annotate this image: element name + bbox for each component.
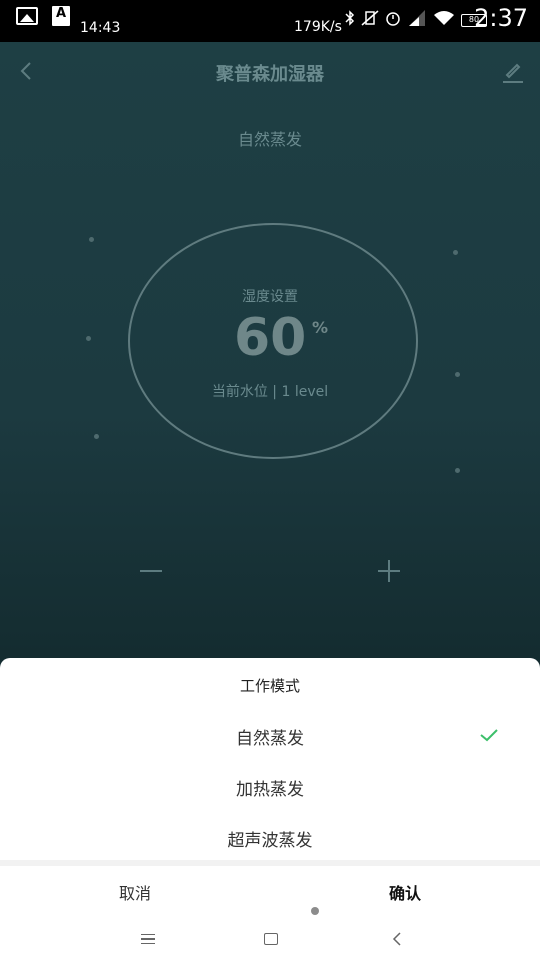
- sheet-title: 工作模式: [239, 677, 300, 695]
- home-icon[interactable]: [264, 933, 278, 945]
- status-time-small: 14:43: [80, 20, 121, 36]
- bluetooth-icon: [345, 10, 355, 30]
- decor-dot: [455, 468, 460, 473]
- increase-button[interactable]: [376, 558, 402, 584]
- indicator-dot: [311, 907, 319, 915]
- wifi-icon: [433, 10, 455, 30]
- work-mode-sheet: 工作模式 自然蒸发 加热蒸发 超声波蒸发 取消 确认: [0, 658, 540, 960]
- decor-dot: [94, 434, 99, 439]
- mode-option-heating[interactable]: 加热蒸发: [0, 761, 540, 811]
- decor-dot: [455, 372, 460, 377]
- vibrate-icon: [361, 10, 379, 30]
- alarm-icon: [385, 10, 401, 30]
- water-level-status: 当前水位 | 1 level: [211, 384, 329, 400]
- image-icon: [16, 7, 38, 25]
- cancel-button[interactable]: 取消: [0, 870, 270, 918]
- menu-icon[interactable]: [141, 934, 155, 944]
- decor-dot: [89, 237, 94, 242]
- signal-icon: [407, 8, 427, 32]
- sheet-divider: [0, 860, 540, 866]
- nav-back-icon[interactable]: [392, 931, 402, 946]
- humidity-setting-label: 湿度设置: [242, 289, 298, 305]
- decor-dot: [453, 250, 458, 255]
- decrease-button[interactable]: [138, 558, 164, 584]
- status-time-big: 2:37: [474, 4, 528, 32]
- mode-option-label: 加热蒸发: [236, 780, 304, 800]
- mode-option-label: 超声波蒸发: [227, 831, 313, 851]
- mode-option-natural[interactable]: 自然蒸发: [0, 710, 540, 760]
- humidity-unit: %: [312, 318, 329, 337]
- app-header: 聚普森加湿器: [0, 52, 540, 92]
- edit-icon[interactable]: [500, 58, 526, 84]
- system-nav-bar: [0, 922, 540, 960]
- current-mode-label[interactable]: 自然蒸发: [0, 126, 540, 150]
- mode-option-label: 自然蒸发: [236, 729, 304, 749]
- net-speed: 179K/s: [294, 19, 342, 35]
- mode-option-ultrasonic[interactable]: 超声波蒸发: [0, 812, 540, 862]
- page-title: 聚普森加湿器: [216, 64, 324, 85]
- humidity-value: 60: [234, 308, 307, 368]
- status-bar: A 14:43 179K/s 80 2:37: [0, 0, 540, 42]
- check-icon: [478, 724, 500, 746]
- decor-dot: [86, 336, 91, 341]
- a-notification-icon: A: [52, 6, 70, 26]
